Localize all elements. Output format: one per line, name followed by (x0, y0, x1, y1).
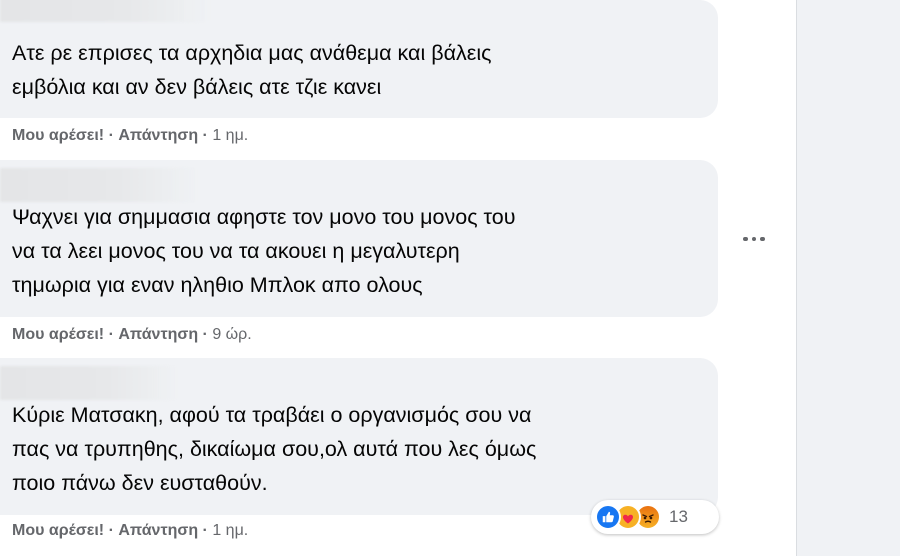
comment-bubble: Ατε ρε επρισες τα αρχηδια μας ανάθεμα κα… (0, 0, 718, 118)
reactions-summary[interactable]: 13 (591, 500, 719, 534)
like-icon (595, 504, 621, 530)
separator: · (202, 127, 208, 144)
comment-text: Ατε ρε επρισες τα αρχηδια μας ανάθεμα κα… (12, 41, 492, 99)
more-options-button[interactable] (738, 228, 770, 250)
comment-actions: Μου αρέσει! · Απάντηση · 1 ημ. (12, 522, 248, 540)
comment-actions: Μου αρέσει! · Απάντηση · 1 ημ. (12, 127, 248, 145)
like-button[interactable]: Μου αρέσει! (12, 127, 104, 144)
reaction-count: 13 (669, 507, 688, 526)
separator: · (108, 522, 114, 539)
comment-actions: Μου αρέσει! · Απάντηση · 9 ώρ. (12, 326, 252, 344)
separator: · (108, 127, 114, 144)
right-sidebar (796, 0, 900, 556)
redacted-author-name (0, 366, 178, 400)
comment-text: Ψαχνει για σημμασια αφηστε τον μονο του … (12, 205, 516, 297)
comment-timestamp[interactable]: 1 ημ. (212, 127, 248, 144)
more-options-icon (743, 236, 748, 242)
comment-timestamp[interactable]: 1 ημ. (212, 522, 248, 539)
like-button[interactable]: Μου αρέσει! (12, 326, 104, 343)
separator: · (202, 326, 208, 343)
reply-button[interactable]: Απάντηση (118, 326, 198, 343)
comment-bubble: Κύριε Ματσακη, αφού τα τραβάει ο οργανισ… (0, 358, 718, 515)
comment-bubble: Ψαχνει για σημμασια αφηστε τον μονο του … (0, 160, 718, 317)
reply-button[interactable]: Απάντηση (118, 127, 198, 144)
redacted-author-name (0, 168, 196, 202)
reply-button[interactable]: Απάντηση (118, 522, 198, 539)
redacted-author-name (0, 0, 210, 22)
like-button[interactable]: Μου αρέσει! (12, 522, 104, 539)
comment-text: Κύριε Ματσακη, αφού τα τραβάει ο οργανισ… (12, 403, 537, 495)
comment-timestamp[interactable]: 9 ώρ. (212, 326, 251, 343)
separator: · (202, 522, 208, 539)
separator: · (108, 326, 114, 343)
